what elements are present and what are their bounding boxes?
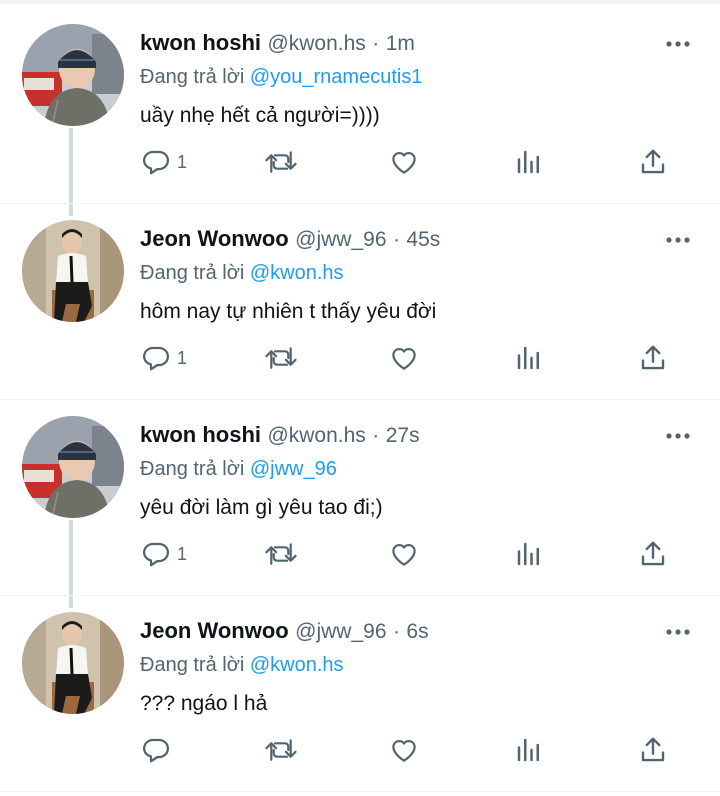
mention-link[interactable]: @you_rnamecutis1 bbox=[250, 66, 423, 88]
avatar-jeon-wonwoo[interactable] bbox=[22, 612, 124, 714]
top-divider bbox=[0, 0, 720, 4]
reply-button[interactable] bbox=[141, 730, 177, 770]
avatar-jeon-wonwoo[interactable] bbox=[22, 220, 124, 322]
reply-icon bbox=[141, 343, 171, 373]
timestamp[interactable]: 6s bbox=[406, 620, 428, 643]
display-name[interactable]: kwon hoshi bbox=[140, 422, 261, 447]
reply-button[interactable]: 1 bbox=[141, 338, 187, 378]
reply-icon bbox=[141, 147, 171, 177]
avatar-photo bbox=[22, 24, 124, 126]
tweet[interactable]: Jeon Wonwoo @jww_96 · 6s Đang trả lời @k… bbox=[0, 596, 720, 792]
retweet-button[interactable] bbox=[264, 534, 298, 574]
tweet-text: yêu đời làm gì yêu tao đi;) bbox=[140, 496, 383, 519]
reply-button[interactable]: 1 bbox=[141, 534, 187, 574]
reply-icon bbox=[141, 735, 171, 765]
timestamp[interactable]: 27s bbox=[386, 424, 420, 447]
reply-prefix: Đang trả lời bbox=[140, 262, 245, 284]
handle[interactable]: @kwon.hs bbox=[267, 424, 365, 447]
share-button[interactable] bbox=[638, 142, 668, 182]
like-button[interactable] bbox=[388, 534, 420, 574]
display-name[interactable]: kwon hoshi bbox=[140, 30, 261, 55]
retweet-icon bbox=[264, 343, 298, 373]
meta-separator: · bbox=[372, 424, 380, 447]
display-name[interactable]: Jeon Wonwoo bbox=[140, 226, 289, 251]
retweet-button[interactable] bbox=[264, 730, 298, 770]
views-button[interactable] bbox=[514, 338, 544, 378]
tweet-text: hôm nay tự nhiên t thấy yêu đời bbox=[140, 300, 437, 323]
tweet[interactable]: kwon hoshi @kwon.hs · 1m Đang trả lời @y… bbox=[0, 8, 720, 204]
tweet-text: ??? ngáo l hả bbox=[140, 692, 268, 715]
tweet[interactable]: Jeon Wonwoo @jww_96 · 45s Đang trả lời @… bbox=[0, 204, 720, 400]
share-icon bbox=[638, 147, 668, 177]
action-bar: 1 bbox=[0, 534, 720, 574]
mention-link[interactable]: @jww_96 bbox=[250, 458, 337, 480]
handle[interactable]: @jww_96 bbox=[295, 620, 386, 643]
tweet-text: uầy nhẹ hết cả người=)))) bbox=[140, 104, 380, 127]
action-bar: 1 bbox=[0, 142, 720, 182]
replying-to: Đang trả lời @kwon.hs bbox=[140, 654, 344, 677]
more-icon[interactable] bbox=[664, 230, 692, 250]
display-name[interactable]: Jeon Wonwoo bbox=[140, 618, 289, 643]
like-button[interactable] bbox=[388, 338, 420, 378]
handle[interactable]: @kwon.hs bbox=[267, 32, 365, 55]
avatar-photo bbox=[22, 220, 124, 322]
tweet[interactable]: kwon hoshi @kwon.hs · 27s Đang trả lời @… bbox=[0, 400, 720, 596]
retweet-icon bbox=[264, 147, 298, 177]
more-icon[interactable] bbox=[664, 426, 692, 446]
more-icon[interactable] bbox=[664, 622, 692, 642]
reply-prefix: Đang trả lời bbox=[140, 66, 245, 88]
like-icon bbox=[388, 735, 420, 765]
views-button[interactable] bbox=[514, 730, 544, 770]
share-button[interactable] bbox=[638, 730, 668, 770]
share-button[interactable] bbox=[638, 338, 668, 378]
like-button[interactable] bbox=[388, 142, 420, 182]
replying-to: Đang trả lời @jww_96 bbox=[140, 458, 337, 481]
reply-prefix: Đang trả lời bbox=[140, 458, 245, 480]
mention-link[interactable]: @kwon.hs bbox=[250, 654, 344, 676]
views-icon bbox=[514, 147, 544, 177]
timestamp[interactable]: 45s bbox=[406, 228, 440, 251]
reply-count: 1 bbox=[177, 347, 188, 368]
avatar-kwon-hoshi[interactable] bbox=[22, 24, 124, 126]
reply-prefix: Đang trả lời bbox=[140, 654, 245, 676]
like-icon bbox=[388, 343, 420, 373]
views-icon bbox=[514, 735, 544, 765]
reply-icon bbox=[141, 539, 171, 569]
like-icon bbox=[388, 147, 420, 177]
replying-to: Đang trả lời @you_rnamecutis1 bbox=[140, 66, 422, 89]
views-icon bbox=[514, 539, 544, 569]
action-bar: 1 bbox=[0, 338, 720, 378]
retweet-button[interactable] bbox=[264, 338, 298, 378]
share-icon bbox=[638, 343, 668, 373]
share-button[interactable] bbox=[638, 534, 668, 574]
reply-count: 1 bbox=[177, 543, 188, 564]
mention-link[interactable]: @kwon.hs bbox=[250, 262, 344, 284]
replying-to: Đang trả lời @kwon.hs bbox=[140, 262, 344, 285]
share-icon bbox=[638, 735, 668, 765]
like-button[interactable] bbox=[388, 730, 420, 770]
share-icon bbox=[638, 539, 668, 569]
views-button[interactable] bbox=[514, 142, 544, 182]
retweet-icon bbox=[264, 539, 298, 569]
avatar-photo bbox=[22, 612, 124, 714]
reply-button[interactable]: 1 bbox=[141, 142, 187, 182]
retweet-icon bbox=[264, 735, 298, 765]
more-icon[interactable] bbox=[664, 34, 692, 54]
retweet-button[interactable] bbox=[264, 142, 298, 182]
meta-separator: · bbox=[372, 32, 380, 55]
avatar-kwon-hoshi[interactable] bbox=[22, 416, 124, 518]
reply-count: 1 bbox=[177, 151, 188, 172]
views-button[interactable] bbox=[514, 534, 544, 574]
like-icon bbox=[388, 539, 420, 569]
meta-separator: · bbox=[392, 620, 400, 643]
meta-separator: · bbox=[392, 228, 400, 251]
avatar-photo bbox=[22, 416, 124, 518]
views-icon bbox=[514, 343, 544, 373]
action-bar bbox=[0, 730, 720, 770]
handle[interactable]: @jww_96 bbox=[295, 228, 386, 251]
timestamp[interactable]: 1m bbox=[386, 32, 415, 55]
